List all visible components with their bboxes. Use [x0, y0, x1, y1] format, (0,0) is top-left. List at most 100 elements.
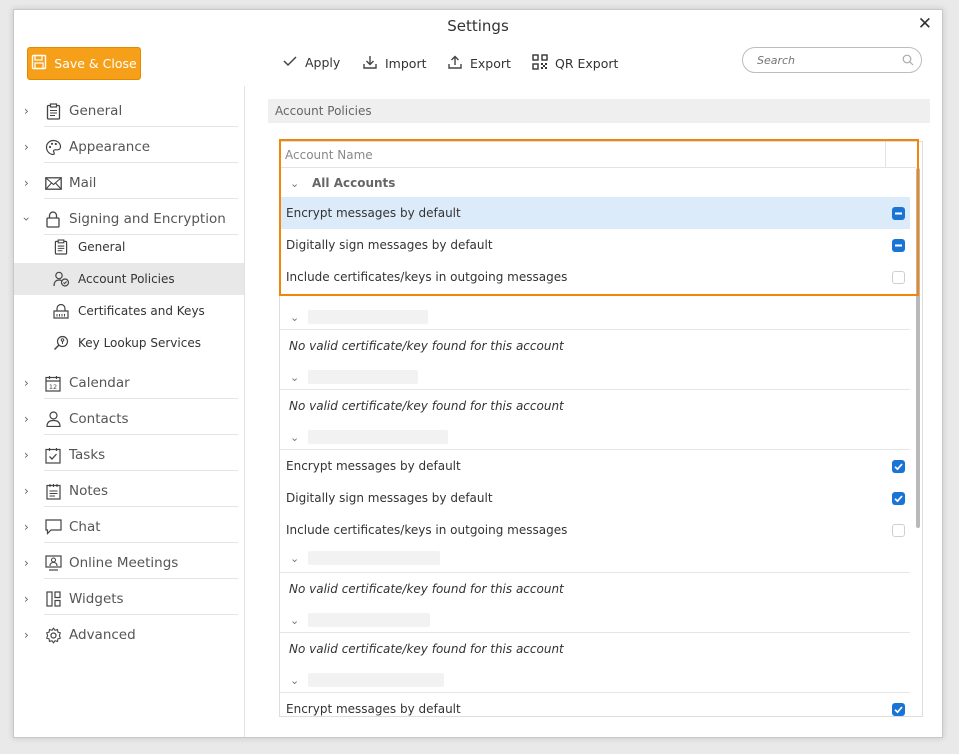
chevron-right-icon: › — [24, 448, 29, 462]
lock-icon — [44, 210, 62, 228]
search-icon[interactable] — [902, 51, 914, 70]
policy-row-include-certificates[interactable]: Include certificates/keys in outgoing me… — [280, 261, 910, 293]
sidebar-item-chat[interactable]: › Chat — [14, 511, 244, 543]
sidebar-item-tasks[interactable]: › Tasks — [14, 439, 244, 471]
chevron-down-icon[interactable]: ⌄ — [290, 674, 299, 687]
sidebar-item-contacts[interactable]: › Contacts — [14, 403, 244, 435]
sidebar-item-advanced[interactable]: › Advanced — [14, 619, 244, 651]
save-and-close-button[interactable]: Save & Close — [27, 47, 141, 80]
sidebar-item-general[interactable]: › General — [14, 95, 244, 127]
group-row-account[interactable]: ⌄ — [280, 425, 910, 449]
export-icon — [447, 54, 463, 73]
meeting-icon — [44, 554, 62, 572]
divider — [44, 614, 238, 615]
group-row-account[interactable]: ⌄ — [280, 668, 910, 692]
checked-checkbox[interactable] — [892, 491, 905, 505]
vertical-scrollbar[interactable] — [916, 168, 920, 528]
chevron-down-icon[interactable]: ⌄ — [290, 431, 299, 444]
policy-row-encrypt[interactable]: Encrypt messages by default — [280, 693, 910, 716]
no-certificate-message: No valid certificate/key found for this … — [289, 582, 564, 596]
sidebar-subitem-key-lookup-services[interactable]: Key Lookup Services — [14, 327, 244, 359]
qr-export-button[interactable]: QR Export — [532, 54, 618, 73]
search-input[interactable] — [755, 52, 902, 68]
chevron-right-icon: › — [24, 520, 29, 534]
divider — [44, 198, 238, 199]
save-label: Save & Close — [54, 56, 137, 71]
chevron-right-icon: › — [24, 176, 29, 190]
policy-label: Encrypt messages by default — [286, 206, 461, 220]
save-icon — [31, 54, 47, 73]
sidebar-item-label: Mail — [69, 175, 97, 191]
redacted-account-name — [308, 673, 444, 687]
sidebar-item-appearance[interactable]: › Appearance — [14, 131, 244, 163]
group-row-account[interactable]: ⌄ — [280, 608, 910, 632]
column-header-label: Account Name — [285, 147, 373, 162]
no-certificate-message: No valid certificate/key found for this … — [289, 642, 564, 656]
unchecked-checkbox[interactable] — [892, 523, 905, 537]
chevron-down-icon[interactable]: ⌄ — [290, 177, 299, 190]
group-row-account[interactable]: ⌄ — [280, 546, 910, 570]
redacted-account-name — [308, 430, 448, 444]
redacted-account-name — [308, 370, 418, 384]
chevron-down-icon[interactable]: ⌄ — [290, 311, 299, 324]
policy-row-encrypt[interactable]: Encrypt messages by default — [280, 197, 910, 229]
checked-checkbox[interactable] — [892, 459, 905, 473]
settings-window: Settings ✕ Save & Close Apply Import Exp… — [13, 9, 943, 738]
indeterminate-checkbox[interactable] — [892, 238, 905, 252]
section-title: Account Policies — [268, 99, 930, 123]
group-row-account[interactable]: ⌄ — [280, 365, 910, 389]
export-button[interactable]: Export — [447, 54, 511, 73]
divider — [44, 578, 238, 579]
account-policies-table: Account Name ⌄ All Accounts Encrypt mess… — [279, 141, 923, 717]
sidebar-item-notes[interactable]: › Notes — [14, 475, 244, 507]
no-certificate-row: No valid certificate/key found for this … — [280, 633, 910, 665]
sidebar-subitem-label: Certificates and Keys — [78, 304, 205, 318]
close-icon[interactable]: ✕ — [918, 14, 932, 34]
clipboard-icon — [44, 102, 62, 120]
chevron-down-icon[interactable]: ⌄ — [290, 552, 299, 565]
sidebar-subitem-account-policies[interactable]: Account Policies — [14, 263, 244, 295]
group-label: All Accounts — [312, 176, 396, 190]
policy-row-include-certificates[interactable]: Include certificates/keys in outgoing me… — [280, 514, 910, 546]
policy-row-sign[interactable]: Digitally sign messages by default — [280, 229, 910, 261]
sidebar-subitem-general[interactable]: General — [14, 231, 244, 263]
export-label: Export — [470, 56, 511, 71]
sidebar-item-label: Online Meetings — [69, 555, 179, 571]
sidebar-subitem-certificates-and-keys[interactable]: Certificates and Keys — [14, 295, 244, 327]
column-header-account-name[interactable]: Account Name — [280, 142, 916, 168]
divider — [44, 506, 238, 507]
divider — [44, 162, 238, 163]
search-box[interactable] — [742, 47, 922, 73]
policy-row-encrypt[interactable]: Encrypt messages by default — [280, 450, 910, 482]
sidebar-subitem-label: General — [78, 240, 126, 254]
chevron-right-icon: › — [24, 140, 29, 154]
divider — [44, 434, 238, 435]
sidebar-item-calendar[interactable]: › 12 Calendar — [14, 367, 244, 399]
sidebar-item-label: Notes — [69, 483, 108, 499]
sidebar-item-label: Signing and Encryption — [69, 211, 226, 227]
chevron-down-icon[interactable]: ⌄ — [290, 614, 299, 627]
group-row-account[interactable]: ⌄ — [280, 305, 910, 329]
sidebar-item-label: Contacts — [69, 411, 129, 427]
qr-code-icon — [532, 54, 548, 73]
no-certificate-row: No valid certificate/key found for this … — [280, 390, 910, 422]
indeterminate-checkbox[interactable] — [892, 206, 905, 220]
import-button[interactable]: Import — [362, 54, 427, 73]
chevron-right-icon: › — [24, 104, 29, 118]
divider — [44, 470, 238, 471]
unchecked-checkbox[interactable] — [892, 270, 905, 284]
redacted-account-name — [308, 310, 428, 324]
redacted-account-name — [308, 613, 430, 627]
apply-button[interactable]: Apply — [282, 54, 340, 71]
chevron-down-icon[interactable]: ⌄ — [290, 371, 299, 384]
policy-row-sign[interactable]: Digitally sign messages by default — [280, 482, 910, 514]
checked-checkbox[interactable] — [892, 702, 905, 716]
chevron-right-icon: › — [24, 376, 29, 390]
sidebar-item-mail[interactable]: › Mail — [14, 167, 244, 199]
group-row-all-accounts[interactable]: ⌄ All Accounts — [280, 170, 910, 196]
no-certificate-message: No valid certificate/key found for this … — [289, 339, 564, 353]
sidebar-item-online-meetings[interactable]: › Online Meetings — [14, 547, 244, 579]
sidebar-item-widgets[interactable]: › Widgets — [14, 583, 244, 615]
sidebar-item-label: Advanced — [69, 627, 136, 643]
chevron-right-icon: › — [24, 556, 29, 570]
